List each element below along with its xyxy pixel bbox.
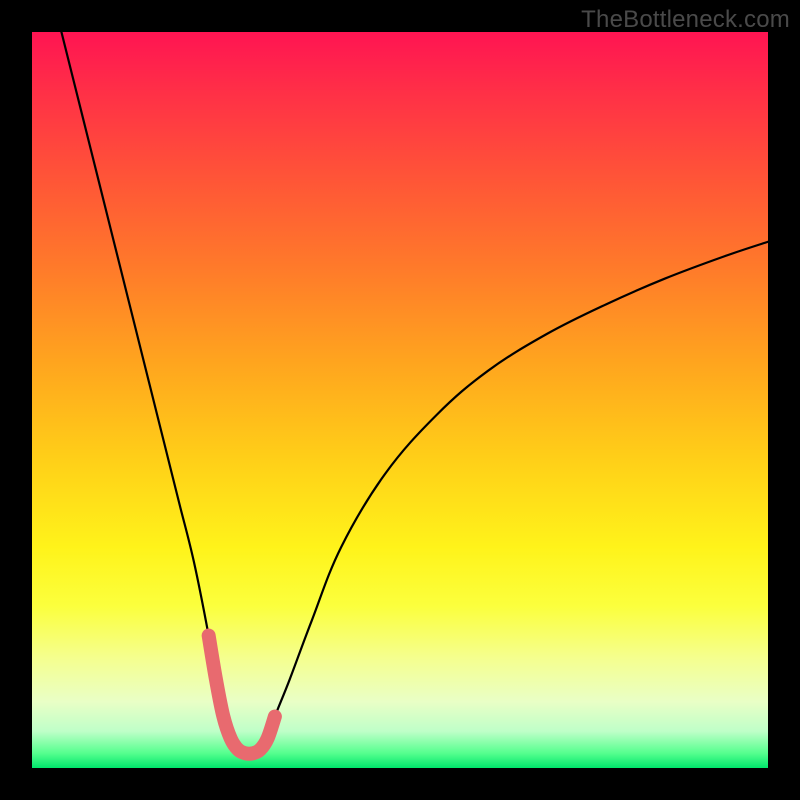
curve-layer (32, 32, 768, 768)
highlight-segment-path (209, 636, 275, 754)
watermark-text: TheBottleneck.com (581, 6, 790, 34)
bottleneck-curve-path (61, 32, 768, 754)
chart-frame: TheBottleneck.com (0, 0, 800, 800)
plot-area (32, 32, 768, 768)
